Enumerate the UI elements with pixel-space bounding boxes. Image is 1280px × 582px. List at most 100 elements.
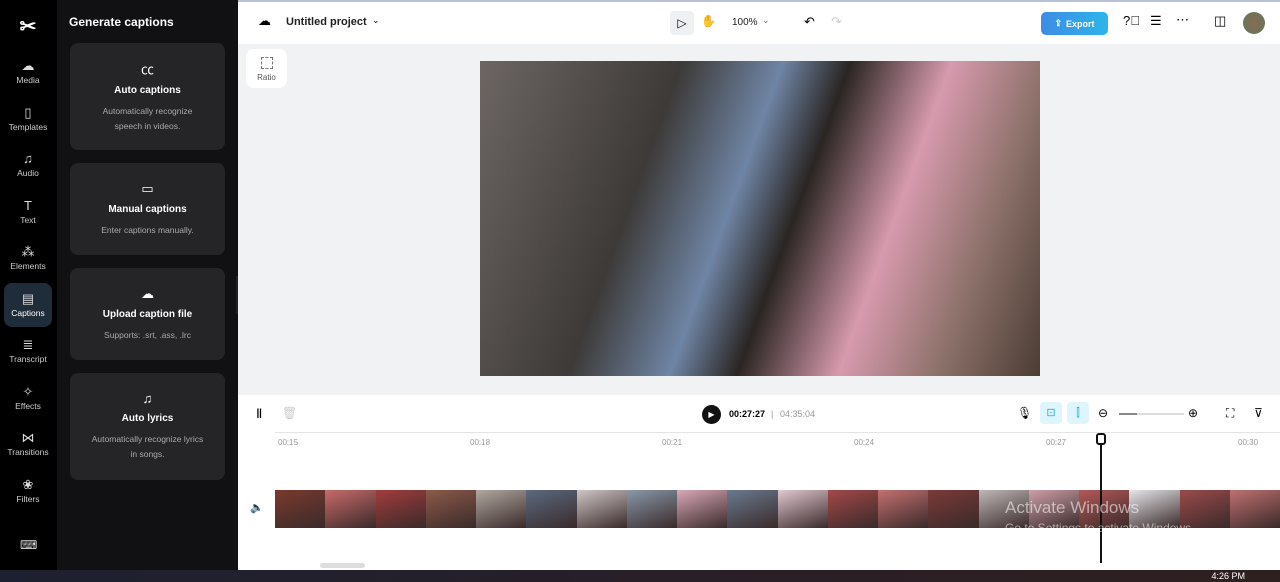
filters-icon: ❀ (22, 476, 34, 492)
zoom-in-icon[interactable]: ⊕ (1188, 406, 1198, 420)
upload-caption-card[interactable]: ☁ Upload caption file Supports: .srt, .ass… (70, 268, 225, 360)
caption-box-icon: ▭ (141, 180, 154, 196)
auto-snap-icon[interactable]: ⊡ (1040, 402, 1062, 424)
rail-item-label: Transcript (9, 354, 47, 364)
layout-icon[interactable]: ◫ (1214, 13, 1226, 29)
clip-frame (777, 490, 828, 528)
manual-captions-card[interactable]: ▭ Manual captions Enter captions manually. (70, 163, 225, 255)
rail-item-audio[interactable]: ♫ Audio (4, 143, 52, 187)
rail-item-label: Media (16, 75, 40, 85)
captions-icon: ▤ (21, 290, 35, 306)
video-preview[interactable] (480, 61, 1040, 376)
hand-tool-icon[interactable]: ✋ (701, 14, 716, 28)
rail-item-transitions[interactable]: ⋈ Transitions (4, 422, 52, 466)
rail-item-text[interactable]: T Text (4, 190, 52, 234)
current-time: 00:27:27 (729, 409, 766, 419)
clip-frame (275, 490, 326, 528)
clip-frame (476, 490, 527, 528)
card-desc: Automatically recognize speech in videos… (102, 106, 193, 131)
cloud-upload-icon: ☁ (21, 58, 35, 73)
keyboard-shortcuts-icon[interactable]: ⌨ (20, 538, 37, 552)
fullscreen-icon[interactable]: ⛶ (1226, 406, 1234, 421)
clip-frame (375, 490, 426, 528)
help-icon[interactable]: ?⃝ (1123, 13, 1140, 28)
rail-item-filters[interactable]: ❀ Filters (4, 469, 52, 513)
cc-icon: ㏄ (140, 62, 154, 77)
rail-item-effects[interactable]: ✧ Effects (4, 376, 52, 420)
split-icon[interactable]: Ⅱ (256, 406, 262, 422)
top-bar: ☁ Untitled project ⌄ ▷ ✋ 100% ⌄ ↶ ↷ ⇪ Exp… (238, 0, 1280, 44)
link-icon[interactable]: ⫿ (1067, 402, 1089, 424)
tick-label: 00:21 (662, 438, 683, 447)
clip-frame (1229, 490, 1280, 528)
rail-item-templates[interactable]: ▯ Templates (4, 97, 52, 141)
tick-label: 00:18 (470, 438, 491, 447)
transcript-icon: ≣ (22, 337, 34, 352)
tick-label: 00:24 (854, 438, 875, 447)
comment-icon[interactable]: ⊽ (1254, 406, 1263, 420)
canvas-area: Ratio (238, 44, 1280, 395)
rail-item-label: Captions (11, 307, 45, 318)
cloud-upload-icon: ☁ (141, 285, 154, 301)
play-button[interactable]: ▶ (702, 405, 721, 424)
export-icon: ⇪ (1054, 18, 1063, 28)
text-icon: T (24, 197, 32, 213)
tick-label: 00:15 (278, 438, 299, 447)
rail-item-transcript[interactable]: ≣ Transcript (4, 329, 52, 373)
effects-icon: ✧ (22, 383, 34, 399)
card-desc: Automatically recognize lyrics in songs. (91, 434, 204, 459)
export-label: Export (1066, 18, 1095, 29)
avatar[interactable] (1243, 12, 1265, 34)
lyrics-scan-icon: ♫ (142, 391, 153, 406)
zoom-slider[interactable] (1119, 413, 1184, 415)
rail-item-label: Filters (16, 493, 40, 504)
music-icon: ♫ (23, 151, 33, 166)
chevron-down-icon[interactable]: ⌄ (762, 15, 770, 26)
rail-item-label: Effects (15, 400, 41, 411)
activate-windows-watermark: Activate Windows (1005, 498, 1140, 517)
card-desc: Enter captions manually. (101, 224, 194, 235)
undo-icon[interactable]: ↶ (804, 14, 815, 30)
time-ruler[interactable] (275, 432, 1280, 455)
transitions-icon: ⋈ (21, 430, 35, 445)
ratio-icon (260, 57, 273, 69)
card-title: Upload caption file (102, 308, 193, 320)
clip-frame (677, 490, 728, 528)
windows-taskbar: 4:26 PM (0, 570, 1280, 582)
rail-item-media[interactable]: ☁ Media (4, 50, 52, 94)
more-icon[interactable]: ⋯ (1176, 12, 1189, 28)
rail-item-label: Audio (17, 168, 39, 178)
clip-frame (576, 490, 627, 528)
ratio-button[interactable]: Ratio (246, 49, 287, 88)
export-button[interactable]: ⇪ Export (1041, 12, 1108, 35)
card-title: Manual captions (108, 203, 187, 215)
zoom-out-icon[interactable]: ⊖ (1098, 406, 1108, 420)
panel-title: Generate captions (69, 15, 174, 29)
card-desc: Supports: .srt, .ass, .lrc (104, 329, 191, 340)
redo-icon[interactable]: ↷ (831, 14, 842, 30)
chevron-down-icon[interactable]: ⌄ (372, 15, 380, 26)
rail-item-captions[interactable]: ▤ Captions (4, 282, 52, 327)
horizontal-scrollbar[interactable] (320, 563, 365, 568)
clip-frame (325, 490, 376, 528)
layers-icon[interactable]: ☰ (1150, 13, 1162, 29)
microphone-icon[interactable]: 🎙 (1017, 406, 1032, 420)
templates-icon: ▯ (24, 104, 32, 120)
delete-icon[interactable]: 🗑 (282, 406, 297, 420)
rail-item-elements[interactable]: ⁂ Elements (4, 236, 52, 280)
cloud-icon: ☁ (258, 13, 271, 28)
project-name[interactable]: Untitled project (286, 16, 367, 28)
clip-frame (727, 490, 778, 528)
zoom-level[interactable]: 100% (732, 17, 758, 28)
timeline: Ⅱ 🗑 ▶ 00:27:27 | 04:35:04 🎙 ⊡ ⫿ ⊖ ⊕ ⛶ ⊽ … (238, 395, 1280, 570)
ratio-label: Ratio (257, 73, 276, 82)
clip-frame (827, 490, 878, 528)
total-time: 04:35:04 (780, 409, 816, 419)
rail-item-label: Transitions (7, 447, 49, 457)
volume-icon[interactable]: 🔈 (250, 501, 264, 514)
clip-frame (878, 490, 929, 528)
elements-icon: ⁂ (21, 244, 35, 259)
auto-captions-card[interactable]: ㏄ Auto captions Automatically recognize sp… (70, 43, 225, 150)
auto-lyrics-card[interactable]: ♫ Auto lyrics Automatically recognize lyri… (70, 373, 225, 480)
select-tool-button[interactable]: ▷ (670, 11, 694, 35)
